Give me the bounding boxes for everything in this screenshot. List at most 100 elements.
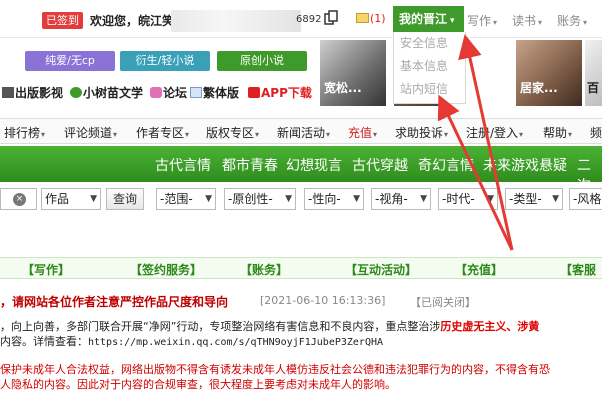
notice-line: ，向上向善，多部门联合开展“净网”行动，专项整治网络有害信息和不良内容，重点整治… xyxy=(0,320,540,333)
genre-bar: 古代言情 都市青春 幻想现言 古代穿越 奇幻言情 未来游戏悬疑 二次 xyxy=(0,146,602,194)
chevron-down-icon: ▾ xyxy=(373,130,378,139)
filter-scope[interactable]: -范围- ▼ xyxy=(156,188,216,210)
ad-thumbnail[interactable]: 居家... xyxy=(516,40,582,106)
channel-derivative[interactable]: 衍生/轻小说 xyxy=(120,51,210,71)
ad-caption: 百 xyxy=(587,81,600,95)
filter-era[interactable]: -时代- ▼ xyxy=(438,188,498,210)
service-bar: 【写作】 【签约服务】 【账务】 【互动活动】 【充值】 【客服 xyxy=(0,257,602,279)
nav-channel[interactable]: 频 xyxy=(590,124,602,141)
query-button[interactable]: 查询 xyxy=(106,188,144,210)
service-activities[interactable]: 【互动活动】 xyxy=(345,261,417,278)
link-app-download[interactable]: APP下载 xyxy=(248,84,312,101)
chevron-down-icon: ▾ xyxy=(113,130,118,139)
nav-recharge[interactable]: 充值▾ xyxy=(348,124,377,141)
nav-register-login[interactable]: 注册/登入▾ xyxy=(466,124,523,141)
notice-line: 保护未成年人合法权益，网络出版物不得含有诱发未成年人模仿违反社会公德和违法犯罪行… xyxy=(0,363,550,376)
dropdown-item-basic-info[interactable]: 基本信息 xyxy=(394,55,465,78)
username[interactable]: 皖江笑 xyxy=(138,14,174,28)
chevron-down-icon: ▼ xyxy=(487,194,494,204)
nav-help[interactable]: 帮助▾ xyxy=(543,124,572,141)
chevron-down-icon: ▾ xyxy=(583,18,588,27)
read-menu[interactable]: 读书 ▾ xyxy=(512,12,542,29)
mail-icon[interactable] xyxy=(356,13,369,23)
clear-icon[interactable]: × xyxy=(13,193,26,206)
service-account[interactable]: 【账务】 xyxy=(240,261,288,278)
top-bar: 已签到 欢迎您，皖江笑 6892 (1) 我的晋江 ▾ 写作 ▾ 读书 ▾ 账务 ▾ xyxy=(0,0,602,38)
filter-originality[interactable]: -原创性- ▼ xyxy=(224,188,296,210)
service-support[interactable]: 【客服 xyxy=(560,261,596,278)
filter-orientation[interactable]: -性向- ▼ xyxy=(304,188,364,210)
account-menu[interactable]: 账务 ▾ xyxy=(557,12,587,29)
filter-type[interactable]: -类型- ▼ xyxy=(505,188,563,210)
service-contract[interactable]: 【签约服务】 xyxy=(130,261,202,278)
my-jinjiang-menu[interactable]: 我的晋江 ▾ xyxy=(393,6,464,32)
chevron-down-icon: ▾ xyxy=(450,16,455,26)
link-traditional[interactable]: 繁体版 xyxy=(190,84,239,101)
chevron-down-icon: ▾ xyxy=(568,130,573,139)
notice-date: [2021-06-10 16:13:36] xyxy=(260,294,386,307)
nav-rankings[interactable]: 排行榜▾ xyxy=(4,124,45,141)
username-redacted xyxy=(171,10,301,32)
chevron-down-icon: ▼ xyxy=(285,194,292,204)
nav-news[interactable]: 新闻活动▾ xyxy=(277,124,330,141)
notice-link[interactable]: https://mp.weixin.qq.com/s/qTHN9oyjF1Jub… xyxy=(88,337,383,348)
annotation-arrow xyxy=(458,34,514,251)
ad-thumbnail[interactable]: 宽松... xyxy=(320,40,386,106)
genre-urban-youth[interactable]: 都市青春 xyxy=(222,155,278,175)
filter-perspective[interactable]: -视角- ▼ xyxy=(371,188,431,210)
genre-ancient-romance[interactable]: 古代言情 xyxy=(155,155,211,175)
nav-reviews[interactable]: 评论频道▾ xyxy=(64,124,117,141)
genre-time-travel[interactable]: 古代穿越 xyxy=(352,155,408,175)
page-icon xyxy=(190,87,202,98)
chevron-down-icon: ▾ xyxy=(538,18,543,27)
nav-copyright[interactable]: 版权专区▾ xyxy=(206,124,259,141)
chevron-down-icon: ▾ xyxy=(493,18,498,27)
checkin-badge[interactable]: 已签到 xyxy=(42,12,83,29)
mail-count[interactable]: (1) xyxy=(370,12,386,25)
search-input[interactable]: × xyxy=(0,188,37,210)
genre-future-game[interactable]: 未来游戏悬疑 xyxy=(483,155,567,175)
link-publishing[interactable]: 出版影视 xyxy=(2,84,63,101)
link-forum[interactable]: 论坛 xyxy=(150,84,187,101)
notice-line: 内容。详情查看：https://mp.weixin.qq.com/s/qTHN9… xyxy=(0,335,384,348)
ad-thumbnail[interactable]: 百 xyxy=(585,40,602,106)
search-row: × 作品 ▼ 查询 -范围- ▼ -原创性- ▼ -性向- ▼ -视角- ▼ -时代- ▼ … xyxy=(0,186,602,212)
chevron-down-icon: ▾ xyxy=(185,130,190,139)
nav-author[interactable]: 作者专区▾ xyxy=(136,124,189,141)
copy-icon[interactable] xyxy=(324,10,338,26)
channel-original[interactable]: 原创小说 xyxy=(217,51,307,71)
chevron-down-icon: ▾ xyxy=(255,130,260,139)
service-writing[interactable]: 【写作】 xyxy=(22,261,70,278)
phone-icon xyxy=(248,87,260,98)
chevron-down-icon: ▾ xyxy=(519,130,524,139)
dropdown-item-security[interactable]: 安全信息 xyxy=(394,32,465,55)
chevron-down-icon: ▾ xyxy=(444,130,449,139)
book-icon xyxy=(2,87,14,98)
write-menu[interactable]: 写作 ▾ xyxy=(467,12,497,29)
service-recharge[interactable]: 【充值】 xyxy=(455,261,503,278)
search-type-select[interactable]: 作品 ▼ xyxy=(41,188,101,210)
chat-icon xyxy=(150,87,162,98)
notice-read-closed[interactable]: 【已阅关闭】 xyxy=(410,294,476,310)
filter-style[interactable]: -风格 xyxy=(569,188,602,210)
ad-caption: 居家... xyxy=(520,81,558,95)
chevron-down-icon: ▼ xyxy=(90,194,97,204)
welcome-text: 欢迎您，皖江笑 xyxy=(90,14,175,28)
ad-caption: 宽松... xyxy=(324,81,362,95)
notice-highlight: 历史虚无主义、涉黄 xyxy=(440,320,540,333)
genre-fantasy-romance[interactable]: 奇幻言情 xyxy=(418,155,474,175)
chevron-down-icon: ▼ xyxy=(552,194,559,204)
main-nav: 排行榜▾ 评论频道▾ 作者专区▾ 版权专区▾ 新闻活动▾ 充值▾ 求助投诉▾ 注… xyxy=(0,118,602,144)
chevron-down-icon: ▼ xyxy=(205,194,212,204)
channel-danmei[interactable]: 纯爱/无cp xyxy=(25,51,115,71)
notice-title[interactable]: ，请网站各位作者注意严控作品尺度和导向 xyxy=(0,293,228,310)
my-jinjiang-dropdown: 安全信息 基本信息 站内短信 xyxy=(393,32,466,104)
chevron-down-icon: ▾ xyxy=(326,130,331,139)
dropdown-item-messages[interactable]: 站内短信 xyxy=(394,78,465,101)
chevron-down-icon: ▾ xyxy=(41,130,46,139)
nav-help-complaint[interactable]: 求助投诉▾ xyxy=(395,124,448,141)
genre-fantasy-modern[interactable]: 幻想现言 xyxy=(286,155,342,175)
link-sapling[interactable]: 小树苗文学 xyxy=(70,84,143,101)
user-id: 6892 xyxy=(296,14,322,25)
quick-links: 出版影视 小树苗文学 论坛 繁体版 APP下载 xyxy=(0,80,320,106)
